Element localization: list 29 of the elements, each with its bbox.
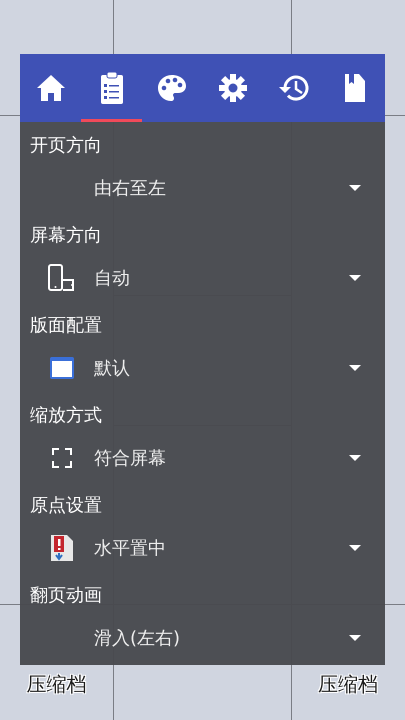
bookmark-document-icon [344, 73, 366, 103]
caret-icon [349, 275, 361, 281]
window-icon [49, 356, 75, 380]
setting-label: 开页方向 [30, 134, 102, 158]
caret-icon [349, 635, 361, 641]
zone-label: 压缩档 [26, 672, 86, 697]
history-icon [278, 73, 310, 103]
setting-label: 翻页动画 [30, 584, 102, 608]
document-origin-icon [50, 534, 74, 562]
setting-dropdown[interactable]: 水平置中 [94, 528, 375, 568]
setting-dropdown[interactable]: 由右至左 [94, 168, 375, 208]
palette-icon [157, 74, 188, 102]
caret-icon [349, 185, 361, 191]
setting-dropdown[interactable]: 滑入(左右) [94, 618, 375, 658]
fit-screen-icon [51, 447, 73, 469]
caret-icon [349, 365, 361, 371]
caret-icon [349, 455, 361, 461]
setting-dropdown[interactable]: 符合屏幕 [94, 438, 375, 478]
setting-dropdown[interactable]: 自动 [94, 258, 375, 298]
setting-label: 屏幕方向 [30, 224, 102, 248]
screen-rotation-icon [48, 264, 76, 292]
zone-label: 压缩档 [318, 672, 378, 697]
home-icon [36, 74, 66, 102]
clipboard-icon [100, 71, 124, 105]
setting-label: 原点设置 [30, 494, 102, 518]
caret-icon [349, 545, 361, 551]
setting-label: 版面配置 [30, 314, 102, 338]
setting-dropdown[interactable]: 默认 [94, 348, 375, 388]
setting-label: 缩放方式 [30, 404, 102, 428]
